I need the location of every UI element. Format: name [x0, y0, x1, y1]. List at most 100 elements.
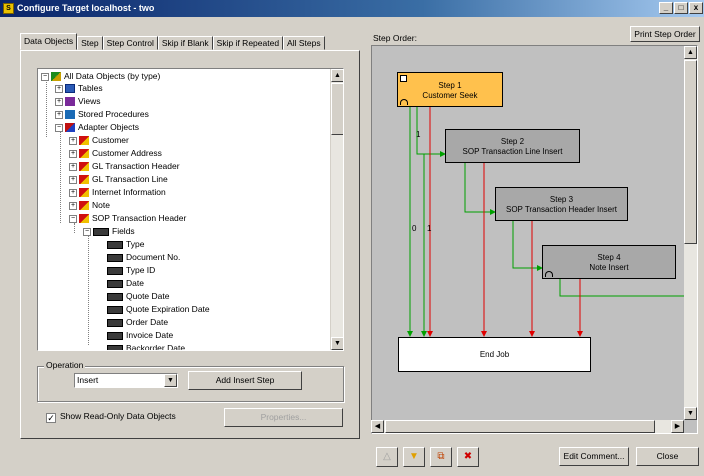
step-1-name: Customer Seek: [422, 91, 478, 100]
scroll-thumb[interactable]: [684, 60, 697, 244]
tree-scrollbar[interactable]: ▲ ▼: [330, 69, 343, 350]
expand-icon[interactable]: +: [69, 136, 77, 145]
expand-icon[interactable]: +: [69, 188, 77, 197]
restore-button[interactable]: □: [674, 2, 688, 14]
tab-step[interactable]: Step: [77, 36, 103, 50]
edit-comment-button[interactable]: Edit Comment...: [559, 447, 629, 466]
print-step-order-button[interactable]: Print Step Order: [630, 26, 700, 42]
tree-item[interactable]: + Note: [69, 199, 110, 211]
field-icon: [107, 266, 123, 275]
scroll-up-icon[interactable]: ▲: [331, 69, 343, 82]
tree-item[interactable]: + Tables: [55, 82, 103, 94]
end-job-node[interactable]: End Job: [398, 337, 591, 372]
expand-icon[interactable]: +: [55, 110, 63, 119]
operation-select[interactable]: Insert ▼: [74, 373, 178, 388]
tree-item-label: Quote Expiration Date: [126, 304, 210, 314]
scroll-thumb[interactable]: [331, 83, 343, 135]
tree-item-label: Backorder Date: [126, 343, 186, 351]
tree-item[interactable]: Date: [107, 277, 144, 289]
tree-item[interactable]: Invoice Date: [107, 329, 173, 341]
app-icon: S: [3, 3, 14, 14]
chevron-down-icon[interactable]: ▼: [164, 374, 177, 387]
tab-skip-if-repeated[interactable]: Skip if Repeated: [212, 36, 284, 50]
copy-step-icon[interactable]: ⧉: [430, 447, 452, 467]
tree-item[interactable]: + GL Transaction Header: [69, 160, 180, 172]
step-4-title: Step 4: [597, 253, 621, 262]
field-icon: [107, 292, 123, 301]
scroll-thumb[interactable]: [385, 420, 655, 433]
expand-icon[interactable]: +: [69, 162, 77, 171]
edge-label: 1: [427, 224, 432, 233]
expand-icon[interactable]: +: [55, 84, 63, 93]
fields-icon: [93, 227, 109, 236]
collapse-icon[interactable]: −: [83, 227, 91, 236]
step-3-node[interactable]: Step 3 SOP Transaction Header Insert: [495, 187, 628, 221]
tab-all-steps[interactable]: All Steps: [283, 36, 325, 50]
collapse-icon[interactable]: −: [41, 72, 49, 81]
minimize-button[interactable]: _: [659, 2, 673, 14]
step-order-label: Step Order:: [373, 33, 417, 43]
step-order-canvas[interactable]: 1 0 1 Step 1 Customer Seek Step 2 SOP Tr…: [371, 45, 698, 434]
tab-data-objects[interactable]: Data Objects: [20, 33, 78, 50]
field-icon: [107, 331, 123, 340]
properties-button[interactable]: Properties...: [224, 408, 343, 427]
tree-item[interactable]: Quote Date: [107, 290, 169, 302]
expand-icon[interactable]: +: [69, 201, 77, 210]
tree-item[interactable]: + Customer: [69, 134, 129, 146]
object-icon: [79, 188, 89, 198]
scroll-down-icon[interactable]: ▼: [331, 337, 343, 350]
expand-icon[interactable]: +: [69, 175, 77, 184]
edge-label: 0: [412, 224, 417, 233]
tree-item[interactable]: + Internet Information: [69, 186, 166, 198]
scroll-left-icon[interactable]: ◀: [371, 420, 384, 433]
object-icon: [79, 175, 89, 185]
expand-icon[interactable]: +: [55, 97, 63, 106]
step-1-node[interactable]: Step 1 Customer Seek: [397, 72, 503, 107]
tree-item-label: All Data Objects (by type): [64, 71, 161, 81]
scroll-down-icon[interactable]: ▼: [684, 407, 697, 420]
move-down-icon[interactable]: ▼: [403, 447, 425, 467]
tab-step-control[interactable]: Step Control: [102, 36, 158, 50]
collapse-icon[interactable]: −: [69, 214, 77, 223]
step-3-title: Step 3: [549, 195, 574, 204]
tree-item-label: Invoice Date: [126, 330, 174, 340]
data-objects-tree[interactable]: − All Data Objects (by type) + Tables + Vie…: [37, 68, 344, 351]
tree-item[interactable]: − SOP Transaction Header: [69, 212, 186, 224]
tree-item-label: Fields: [112, 226, 135, 236]
tree-item-label: Customer: [92, 135, 129, 145]
tree-item[interactable]: Type ID: [107, 264, 155, 276]
delete-step-icon[interactable]: ✖: [457, 447, 479, 467]
tree-item[interactable]: − All Data Objects (by type): [41, 70, 160, 82]
object-icon: [79, 214, 89, 224]
tree-item[interactable]: − Fields: [83, 225, 135, 237]
object-icon: [79, 149, 89, 159]
tree-item[interactable]: Quote Expiration Date: [107, 303, 210, 315]
add-insert-step-button[interactable]: Add Insert Step: [188, 371, 302, 390]
tree-item[interactable]: + GL Transaction Line: [69, 173, 168, 185]
move-up-icon[interactable]: △: [376, 447, 398, 467]
show-readonly-checkbox[interactable]: ✓: [46, 413, 56, 423]
tab-skip-if-blank[interactable]: Skip if Blank: [157, 36, 213, 50]
tree-item[interactable]: Type: [107, 238, 144, 250]
tree-item[interactable]: Document No.: [107, 251, 180, 263]
step-4-node[interactable]: Step 4 Note Insert: [542, 245, 676, 279]
expand-icon[interactable]: +: [69, 149, 77, 158]
collapse-icon[interactable]: −: [55, 123, 63, 132]
tree-item[interactable]: + Views: [55, 95, 101, 107]
tree-item-label: Order Date: [126, 317, 169, 327]
step-4-name: Note Insert: [589, 263, 629, 272]
step-2-node[interactable]: Step 2 SOP Transaction Line Insert: [445, 129, 580, 163]
tree-item[interactable]: Order Date: [107, 316, 168, 328]
tree-item[interactable]: Backorder Date: [107, 342, 186, 351]
canvas-vertical-scrollbar[interactable]: ▲ ▼: [684, 46, 697, 420]
tree-item[interactable]: − Adapter Objects: [55, 121, 139, 133]
tree-item[interactable]: + Stored Procedures: [55, 108, 149, 120]
close-window-button[interactable]: x: [689, 2, 703, 14]
scroll-right-icon[interactable]: ▶: [671, 420, 684, 433]
scroll-up-icon[interactable]: ▲: [684, 46, 697, 59]
tree-item-label: Customer Address: [92, 148, 162, 158]
tree-item[interactable]: + Customer Address: [69, 147, 162, 159]
loop-icon: [545, 271, 553, 277]
canvas-horizontal-scrollbar[interactable]: ◀ ▶: [371, 420, 684, 433]
close-button[interactable]: Close: [636, 447, 699, 466]
